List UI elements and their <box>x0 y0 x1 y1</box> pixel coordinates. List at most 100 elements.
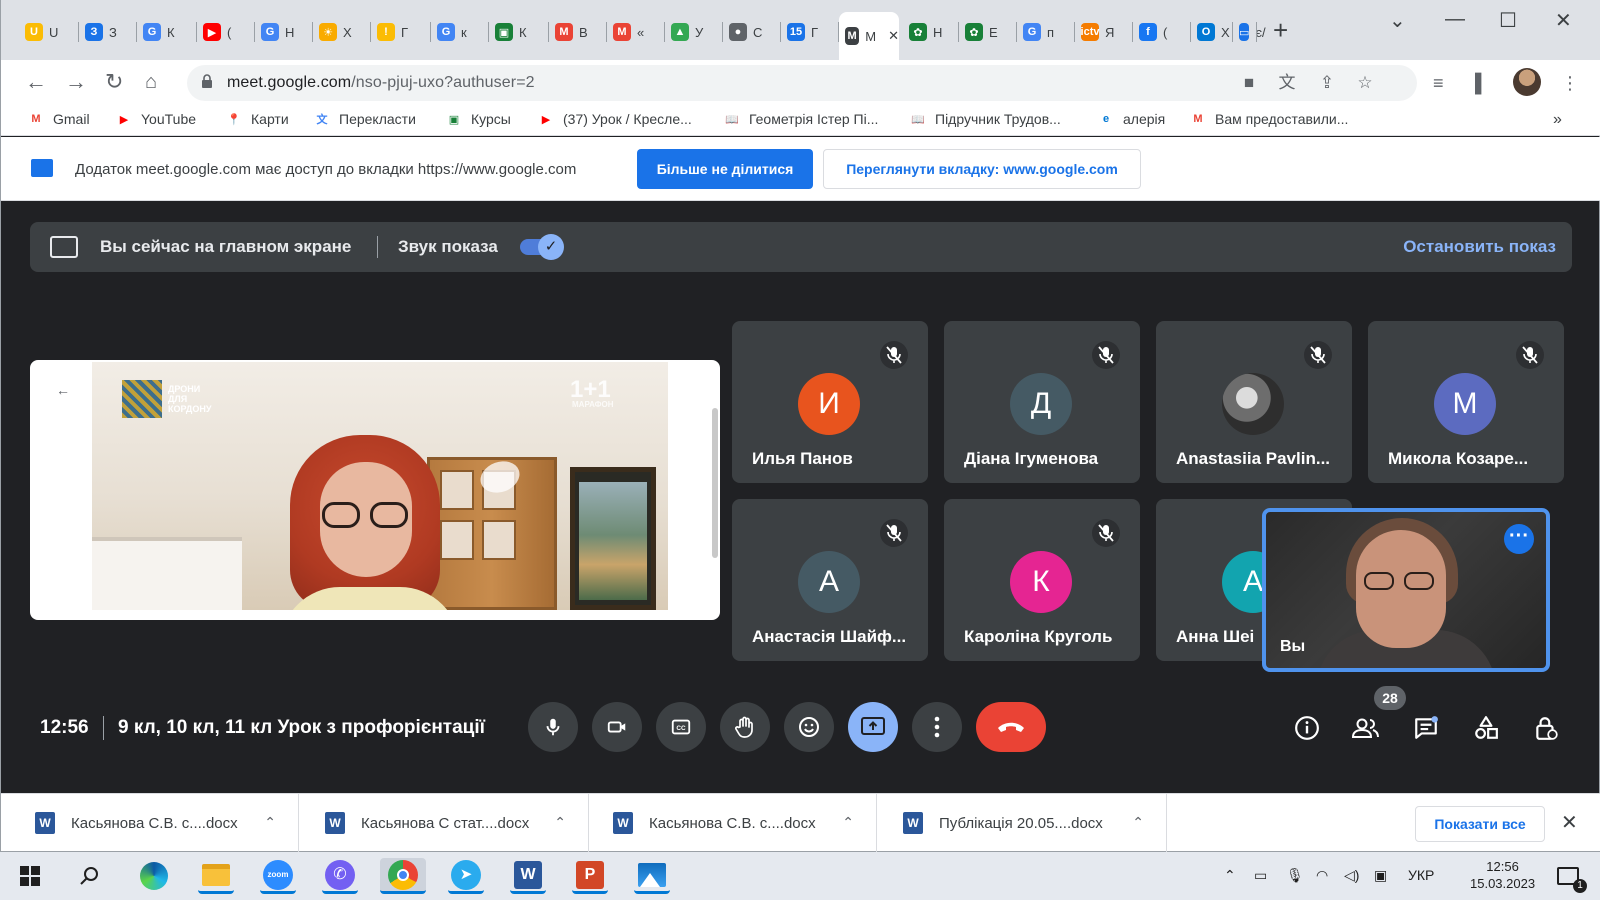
tab-20[interactable]: OХ <box>1191 12 1233 52</box>
more-options-icon[interactable]: ··· <box>1504 524 1534 554</box>
sound-toggle[interactable]: ✓ <box>520 234 564 260</box>
leave-call-button[interactable] <box>976 702 1046 752</box>
search-button[interactable] <box>72 858 108 894</box>
bookmark-item[interactable]: 📖 Підручник Трудов... <box>909 111 1061 127</box>
side-panel-icon[interactable]: ▌ <box>1475 73 1488 94</box>
download-item[interactable]: W Касьянова С.В. с....docx ⌃ <box>587 794 877 852</box>
bookmark-item[interactable]: 📖 Геометрія Істер Пі... <box>723 111 878 127</box>
tab-5[interactable]: ☀ Х <box>313 12 371 52</box>
participant-tile[interactable]: А Анастасія Шайф... <box>732 499 928 661</box>
menu-icon[interactable]: ⋮ <box>1561 73 1579 94</box>
start-button[interactable] <box>12 858 48 894</box>
tab-17[interactable]: Gп <box>1017 12 1075 52</box>
tab-9[interactable]: MВ <box>549 12 607 52</box>
battery-icon[interactable]: ▭ <box>1254 867 1267 884</box>
tab-18[interactable]: ictv Я <box>1075 12 1133 52</box>
close-window-icon[interactable]: ✕ <box>1555 8 1572 33</box>
participant-tile[interactable]: И Илья Панов <box>732 321 928 483</box>
host-controls-button[interactable] <box>1528 710 1564 746</box>
bookmark-item[interactable]: M Вам предоставили... <box>1189 111 1348 127</box>
more-options-button[interactable] <box>912 702 962 752</box>
chevron-up-icon[interactable]: ⌃ <box>842 814 854 831</box>
maximize-icon[interactable]: ☐ <box>1499 8 1517 33</box>
stop-presenting-button[interactable]: Остановить показ <box>1403 237 1556 257</box>
tab-1[interactable]: ЗЗ <box>79 12 137 52</box>
share-icon[interactable]: ⇪ <box>1317 74 1337 92</box>
stop-sharing-button[interactable]: Більше не ділитися <box>637 149 813 189</box>
clock[interactable]: 12:56 15.03.2023 <box>1470 858 1535 892</box>
people-button[interactable] <box>1348 710 1384 746</box>
zoom-taskbar[interactable]: zoom <box>260 858 296 894</box>
bookmark-item[interactable]: ▶ YouTube <box>115 111 196 127</box>
star-icon[interactable]: ☆ <box>1355 74 1375 92</box>
participant-tile[interactable]: Д Діана Ігуменова <box>944 321 1140 483</box>
bookmark-item[interactable]: M Gmail <box>27 111 89 127</box>
edge-taskbar[interactable] <box>136 858 172 894</box>
self-view-tile[interactable]: Вы ··· <box>1262 508 1550 672</box>
notifications-button[interactable]: 1 <box>1550 858 1587 894</box>
chevron-up-icon[interactable]: ⌃ <box>1132 814 1144 831</box>
tab-10[interactable]: M « <box>607 12 665 52</box>
tab-8[interactable]: ▣ К <box>489 12 549 52</box>
tab-3[interactable]: ▶( <box>197 12 255 52</box>
scrollbar[interactable] <box>712 408 718 558</box>
tab-11[interactable]: ▲ У <box>665 12 723 52</box>
bookmark-item[interactable]: ▶ (37) Урок / Кресле... <box>537 111 692 127</box>
address-bar[interactable]: meet.google.com/nso-pjuj-uxo?authuser=2 … <box>187 65 1417 101</box>
word-taskbar[interactable]: W <box>510 858 546 894</box>
tab-19[interactable]: f( <box>1133 12 1191 52</box>
viber-taskbar[interactable]: ✆ <box>322 858 358 894</box>
chevron-down-icon[interactable]: ⌄ <box>1389 8 1406 33</box>
reading-list-icon[interactable]: ≡ <box>1433 73 1444 94</box>
tab-12[interactable]: ● С <box>723 12 781 52</box>
photos-taskbar[interactable] <box>634 858 670 894</box>
tab-16[interactable]: ✿ Е <box>959 12 1017 52</box>
bookmark-item[interactable]: e алерія <box>1097 111 1165 127</box>
show-all-button[interactable]: Показати все <box>1415 806 1545 842</box>
download-item[interactable]: W Касьянова С.В. с....docx ⌃ <box>9 794 299 852</box>
tab-0[interactable]: UU <box>19 12 79 52</box>
activities-button[interactable] <box>1468 710 1504 746</box>
microphone-tray-icon[interactable]: 🎙 <box>1286 867 1304 884</box>
tab-21[interactable]: ▭ є/ <box>1233 12 1266 52</box>
bookmark-item[interactable]: ▣ Курсы <box>445 111 511 127</box>
more-bookmarks-icon[interactable]: » <box>1553 111 1562 129</box>
camera-button[interactable] <box>592 702 642 752</box>
wifi-icon[interactable]: ◠ <box>1316 867 1328 884</box>
participant-tile[interactable]: К Кароліна Круголь <box>944 499 1140 661</box>
bookmark-item[interactable]: 📍 Карти <box>225 111 289 127</box>
forward-icon[interactable]: → <box>65 68 87 96</box>
captions-button[interactable]: CC <box>656 702 706 752</box>
language-indicator[interactable]: УКР <box>1408 867 1434 883</box>
explorer-taskbar[interactable] <box>198 858 234 894</box>
bookmark-item[interactable]: 文 Перекласти <box>313 111 416 127</box>
chrome-taskbar[interactable] <box>380 858 426 894</box>
close-icon[interactable]: ✕ <box>1561 810 1578 835</box>
back-icon[interactable]: ← <box>25 68 47 96</box>
download-item[interactable]: W Публікація 20.05....docx ⌃ <box>877 794 1167 852</box>
tab-6[interactable]: ! Г <box>371 12 431 52</box>
tab-14[interactable]: M M ✕ <box>839 12 899 60</box>
view-tab-button[interactable]: Переглянути вкладку: www.google.com <box>823 149 1141 189</box>
telegram-taskbar[interactable]: ➤ <box>448 858 484 894</box>
chevron-up-icon[interactable]: ⌃ <box>554 814 566 831</box>
monitor-icon[interactable]: ▣ <box>1374 867 1387 884</box>
chevron-up-icon[interactable]: ⌃ <box>264 814 276 831</box>
participant-tile[interactable]: М Микола Козаре... <box>1368 321 1564 483</box>
profile-avatar[interactable] <box>1513 68 1541 96</box>
tab-15[interactable]: ✿ Н <box>903 12 959 52</box>
home-icon[interactable]: ⌂ <box>145 68 157 96</box>
translate-icon[interactable]: 文 <box>1277 74 1297 92</box>
camera-icon[interactable]: ■ <box>1239 74 1259 92</box>
meeting-info-button[interactable] <box>1289 710 1325 746</box>
volume-icon[interactable]: ◁) <box>1344 867 1359 884</box>
raise-hand-button[interactable] <box>720 702 770 752</box>
powerpoint-taskbar[interactable]: P <box>572 858 608 894</box>
tab-2[interactable]: GК <box>137 12 197 52</box>
tab-7[interactable]: Gк <box>431 12 489 52</box>
minimize-icon[interactable]: — <box>1445 8 1465 31</box>
participant-tile[interactable]: Anastasiia Pavlin... <box>1156 321 1352 483</box>
download-item[interactable]: W Касьянова С стат....docx ⌃ <box>299 794 589 852</box>
emoji-button[interactable] <box>784 702 834 752</box>
chat-button[interactable] <box>1408 710 1444 746</box>
